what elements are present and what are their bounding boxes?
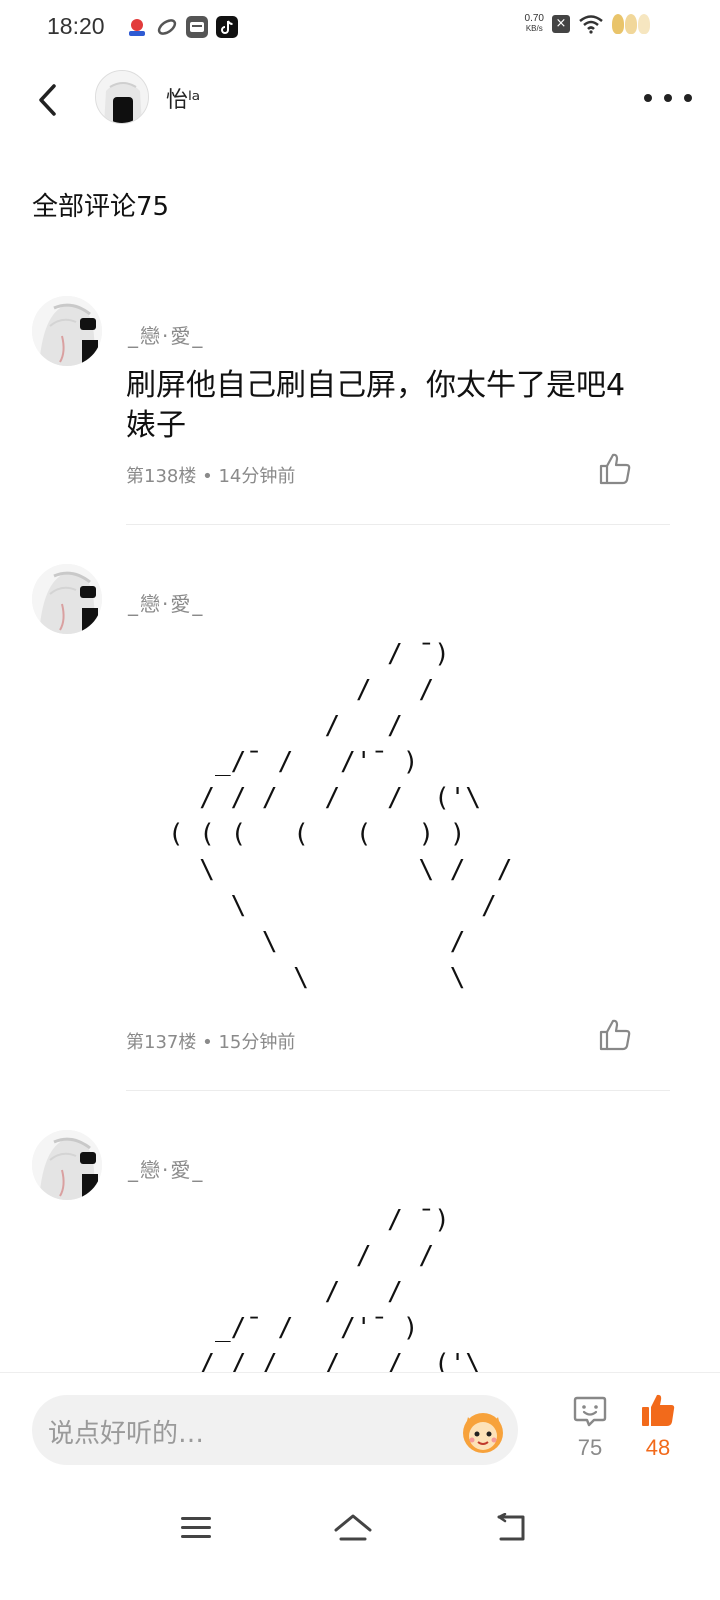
commenter-name[interactable]: _戀·愛_: [128, 588, 204, 617]
mascot-emoji-icon[interactable]: [456, 1403, 510, 1457]
status-app-icons: [126, 16, 238, 38]
status-bar: 18:20 0.70 KB/s ×: [0, 0, 720, 56]
bottom-action-bar: 说点好听的… 75 48: [0, 1372, 720, 1488]
menu-nav-button[interactable]: [174, 1508, 218, 1548]
comments-section-title: 全部评论75: [32, 192, 170, 222]
like-count: 48: [645, 1435, 671, 1460]
menu-icon: [181, 1517, 211, 1538]
comment-bubble-icon: [573, 1396, 607, 1427]
more-icon: [644, 94, 652, 102]
net-speed-unit: KB/s: [525, 24, 543, 33]
meta-separator: •: [202, 1032, 219, 1053]
thumbs-up-icon: [599, 1019, 631, 1051]
commenter-name[interactable]: _戀·愛_: [128, 320, 204, 349]
app-icon-1: [126, 16, 148, 38]
comment-divider: [126, 1090, 670, 1091]
home-icon: [334, 1514, 372, 1541]
comment-like-button[interactable]: [597, 452, 633, 486]
system-nav-bar: [0, 1488, 720, 1600]
comment-text: 刷屏他自己刷自己屏，你太牛了是吧4婊子: [126, 368, 626, 443]
comment-floor: 第138楼: [126, 466, 197, 487]
battery-leaves-icon: [612, 14, 650, 34]
post-header: 怡ˡᵃ: [0, 60, 720, 138]
close-box-icon: ×: [552, 15, 570, 33]
more-button[interactable]: [644, 86, 692, 110]
tiktok-icon: [216, 16, 238, 38]
commenter-name[interactable]: _戀·愛_: [128, 1154, 204, 1183]
comment-like-button[interactable]: [597, 1018, 633, 1052]
more-icon-dot: [664, 94, 672, 102]
status-time: 18:20: [47, 13, 105, 39]
back-icon: [39, 84, 56, 116]
commenter-avatar[interactable]: [32, 296, 102, 366]
commenter-avatar[interactable]: [32, 1130, 102, 1200]
comment-input[interactable]: 说点好听的…: [32, 1395, 518, 1465]
app-icon-3: [186, 16, 208, 38]
comment-ascii-art: / ¯) / / / / _/¯ / /'¯ ) / / / / / ('\: [199, 1205, 482, 1379]
wifi-icon: [579, 15, 603, 34]
back-nav-button[interactable]: [488, 1508, 532, 1548]
comment-time: 15分钟前: [218, 1032, 296, 1053]
author-avatar[interactable]: [95, 70, 149, 124]
net-speed-value: 0.70: [524, 13, 544, 24]
back-button[interactable]: [28, 78, 68, 122]
meta-separator: •: [202, 466, 219, 487]
comment-time: 14分钟前: [218, 466, 296, 487]
comment-meta: 第137楼 • 15分钟前: [126, 1028, 295, 1054]
net-speed: 0.70 KB/s: [525, 14, 544, 34]
home-nav-button[interactable]: [331, 1508, 375, 1548]
comment-floor: 第137楼: [126, 1032, 197, 1053]
commenter-avatar[interactable]: [32, 564, 102, 634]
like-count-button[interactable]: 48: [634, 1393, 682, 1461]
comment-input-placeholder: 说点好听的…: [48, 1419, 205, 1449]
thumbs-up-icon: [599, 453, 631, 485]
app-icon-2: [156, 16, 178, 38]
comment-meta: 第138楼 • 14分钟前: [126, 462, 295, 488]
more-icon-dot: [684, 94, 692, 102]
comment-count-button[interactable]: 75: [566, 1393, 614, 1461]
status-right-icons: 0.70 KB/s ×: [525, 14, 650, 34]
comment-divider: [126, 524, 670, 525]
author-name[interactable]: 怡ˡᵃ: [166, 82, 200, 114]
comment-ascii-art: / ¯) / / / / _/¯ / /'¯ ) / / / / / ('\ (…: [168, 639, 513, 993]
back-nav-icon: [497, 1513, 525, 1541]
thumbs-up-filled-icon: [642, 1394, 675, 1426]
comment-count: 75: [577, 1435, 603, 1460]
